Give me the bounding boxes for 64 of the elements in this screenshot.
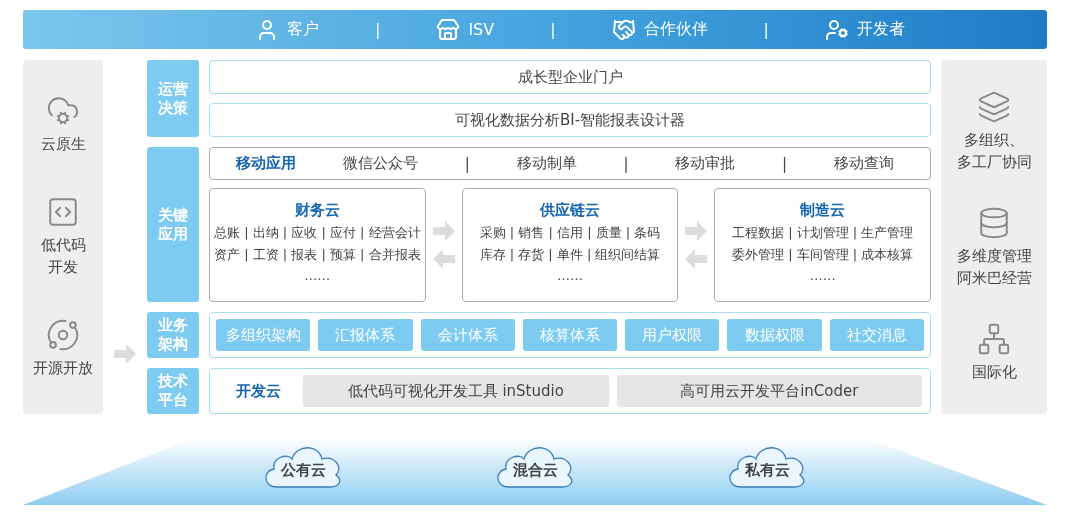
user-gear-icon (825, 17, 849, 42)
feature-label: 多维度管理 阿米巴经营 (956, 246, 1032, 289)
separator: | (623, 154, 629, 173)
card-line: 总账 | 出纳 | 应收 | 应付 | 经营会计 (214, 224, 421, 242)
arrow-icon (432, 249, 455, 269)
audience-label: 客户 (287, 19, 319, 40)
mobile-title: 移动应用 (236, 154, 296, 173)
separator: | (375, 20, 381, 39)
architecture-tag: 社交消息 (829, 319, 924, 351)
architecture-tag: 用户权限 (625, 319, 720, 351)
arrow-icon (685, 249, 708, 269)
architecture-tag: 数据权限 (727, 319, 822, 351)
ellipsis: …… (809, 268, 836, 283)
feature-label: 多组织、 多工厂协同 (956, 130, 1032, 173)
section-label: 技术平台 (147, 368, 199, 414)
separator: | (550, 20, 556, 39)
ellipsis: …… (557, 268, 583, 283)
architecture-tag: 会计体系 (420, 319, 515, 351)
card-title: 供应链云 (540, 201, 600, 220)
separator: | (763, 20, 769, 39)
feature-label: 云原生 (40, 133, 86, 155)
architecture-tag: 汇报体系 (318, 319, 413, 351)
mobile-item: 微信公众号 (342, 154, 418, 173)
feature-label: 低代码 开发 (40, 235, 86, 278)
network-icon (977, 322, 1011, 356)
cloud-label: 混合云 (511, 461, 559, 480)
feature-label: 国际化 (971, 362, 1017, 383)
platform-title: 开发云 (236, 381, 281, 401)
architecture-tag: 核算体系 (522, 319, 618, 351)
separator: | (464, 154, 470, 173)
card-line: 资产 | 工资 | 报表 | 预算 | 合并报表 (214, 246, 421, 264)
feature-label: 开源开放 (33, 358, 93, 380)
orbit-icon (46, 318, 80, 353)
card-title: 财务云 (294, 201, 340, 220)
section-label: 业务架构 (147, 312, 199, 358)
section-label: 运营决策 (147, 60, 199, 137)
separator: | (782, 154, 788, 173)
module-box: 成长型企业门户 (209, 60, 931, 94)
section-label: 关键应用 (147, 147, 199, 302)
audience-label: ISV (468, 20, 495, 39)
arrow-icon (114, 344, 136, 364)
database-icon (977, 206, 1011, 241)
arrow-icon (685, 221, 708, 241)
arrow-icon (432, 221, 455, 241)
tool-tag: 高可用云开发平台inCoder (616, 375, 922, 407)
card-line: 库存 | 存货 | 单件 | 组织间结算 (479, 246, 661, 264)
cloud-label: 公有云 (279, 461, 327, 480)
handshake-icon (611, 17, 636, 42)
mobile-item: 移动查询 (834, 154, 894, 173)
card-line: 委外管理 | 车间管理 | 成本核算 (732, 246, 914, 264)
card-line: 采购 | 销售 | 信用 | 质量 | 条码 (479, 224, 661, 242)
cloud-label: 私有云 (743, 461, 791, 480)
architecture-tag: 多组织架构 (216, 319, 311, 351)
store-icon (436, 17, 461, 42)
audience-label: 合作伙伴 (643, 19, 708, 40)
mobile-item: 移动制单 (516, 154, 577, 173)
card-line: 工程数据 | 计划管理 | 生产管理 (732, 224, 914, 242)
ellipsis: …… (304, 268, 331, 283)
audience-label: 开发者 (857, 19, 905, 40)
module-box: 可视化数据分析BI-智能报表设计器 (209, 103, 931, 137)
tool-tag: 低代码可视化开发工具 inStudio (303, 375, 609, 407)
card-title: 制造云 (800, 201, 846, 220)
layers-icon (977, 90, 1011, 125)
mobile-item: 移动审批 (675, 154, 736, 173)
